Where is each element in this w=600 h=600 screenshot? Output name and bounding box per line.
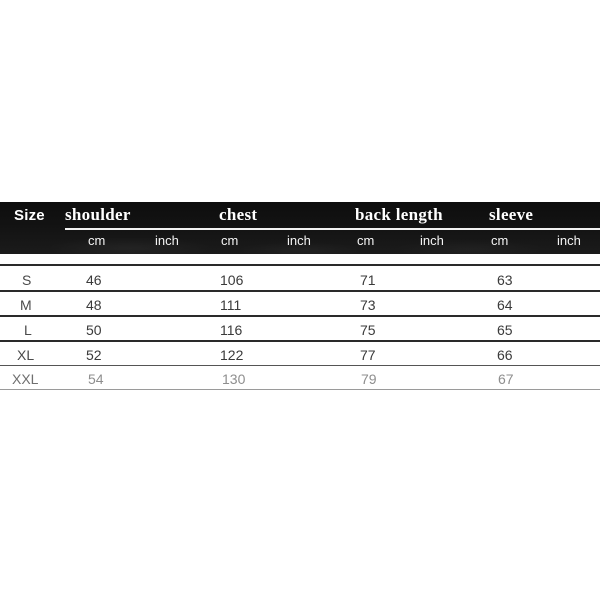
cell-shoulder-cm: 52: [86, 347, 102, 363]
cell-back-length-cm: 71: [360, 272, 376, 288]
cell-size: S: [22, 272, 32, 288]
unit-header-shoulder-inch: inch: [155, 233, 179, 248]
row-divider: [0, 315, 600, 317]
cell-chest-cm: 111: [220, 297, 242, 313]
cell-chest-cm: 122: [220, 347, 244, 363]
size-chart: Size shoulder chest back length sleeve c…: [0, 0, 600, 600]
column-group-sleeve: sleeve: [489, 205, 534, 224]
column-group-shoulder: shoulder: [65, 205, 131, 224]
cell-sleeve-cm: 66: [497, 347, 513, 363]
column-group-back-length: back length: [355, 205, 443, 224]
cell-chest-cm: 106: [220, 272, 244, 288]
cell-size: L: [24, 322, 32, 338]
unit-header-chest-cm: cm: [221, 233, 239, 248]
row-divider: [0, 340, 600, 342]
cell-chest-cm: 116: [220, 322, 243, 338]
cell-sleeve-cm: 63: [497, 272, 513, 288]
cell-shoulder-cm: 46: [86, 272, 102, 288]
cell-shoulder-cm: 54: [88, 371, 104, 387]
unit-header-sleeve-inch: inch: [557, 233, 581, 248]
unit-header-chest-inch: inch: [287, 233, 311, 248]
unit-header-sleeve-cm: cm: [491, 233, 509, 248]
cell-back-length-cm: 77: [360, 347, 376, 363]
header-group-underline: [65, 228, 600, 230]
cell-back-length-cm: 73: [360, 297, 376, 313]
column-header-size: Size: [14, 207, 45, 224]
cell-chest-cm: 130: [222, 371, 246, 387]
cell-shoulder-cm: 50: [86, 322, 102, 338]
unit-header-shoulder-cm: cm: [88, 233, 106, 248]
cell-shoulder-cm: 48: [86, 297, 102, 313]
row-divider-bottom: [0, 389, 600, 390]
cell-size: M: [20, 297, 32, 313]
row-divider: [0, 290, 600, 292]
cell-size: XXL: [12, 371, 39, 387]
row-divider-top: [0, 264, 600, 266]
row-divider: [0, 365, 600, 366]
cell-back-length-cm: 75: [360, 322, 376, 338]
unit-header-back-length-cm: cm: [357, 233, 375, 248]
cell-size: XL: [17, 347, 35, 363]
cell-back-length-cm: 79: [361, 371, 377, 387]
column-group-chest: chest: [219, 205, 258, 224]
cell-sleeve-cm: 64: [497, 297, 513, 313]
unit-header-back-length-inch: inch: [420, 233, 444, 248]
cell-sleeve-cm: 67: [498, 371, 514, 387]
cell-sleeve-cm: 65: [497, 322, 513, 338]
